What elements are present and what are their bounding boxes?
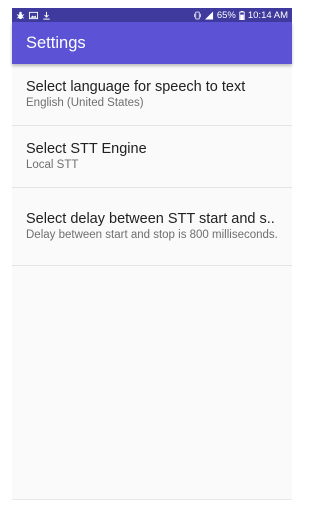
bug-icon: [16, 11, 25, 20]
status-left-icons: [16, 11, 51, 20]
preferences-list: Select language for speech to text Engli…: [12, 64, 292, 266]
pref-title: Select language for speech to text: [26, 79, 246, 95]
signal-icon: [204, 10, 214, 20]
phone-screen: 65% 10:14 AM Settings Select language fo…: [0, 0, 305, 517]
pref-summary: Delay between start and stop is 800 mill…: [26, 229, 278, 241]
page-title: Settings: [26, 33, 86, 52]
vibrate-icon: [194, 11, 201, 20]
app-bar: Settings: [12, 22, 292, 64]
battery-percent: 65%: [216, 9, 236, 21]
download-icon: [42, 11, 51, 20]
battery-icon: [239, 10, 245, 20]
clock: 10:14 AM: [247, 9, 288, 21]
pref-speech-language[interactable]: Select language for speech to text Engli…: [12, 64, 292, 126]
image-icon: [29, 11, 38, 20]
pref-title: Select delay between STT start and s..: [26, 211, 275, 227]
app-window: 65% 10:14 AM Settings Select language fo…: [12, 8, 292, 500]
status-bar: 65% 10:14 AM: [12, 8, 292, 22]
pref-summary: Local STT: [26, 159, 79, 171]
status-right: 65% 10:14 AM: [194, 10, 288, 21]
pref-stt-engine[interactable]: Select STT Engine Local STT: [12, 126, 292, 188]
pref-summary: English (United States): [26, 97, 144, 109]
pref-stt-delay[interactable]: Select delay between STT start and s.. D…: [12, 188, 292, 266]
pref-title: Select STT Engine: [26, 141, 147, 157]
